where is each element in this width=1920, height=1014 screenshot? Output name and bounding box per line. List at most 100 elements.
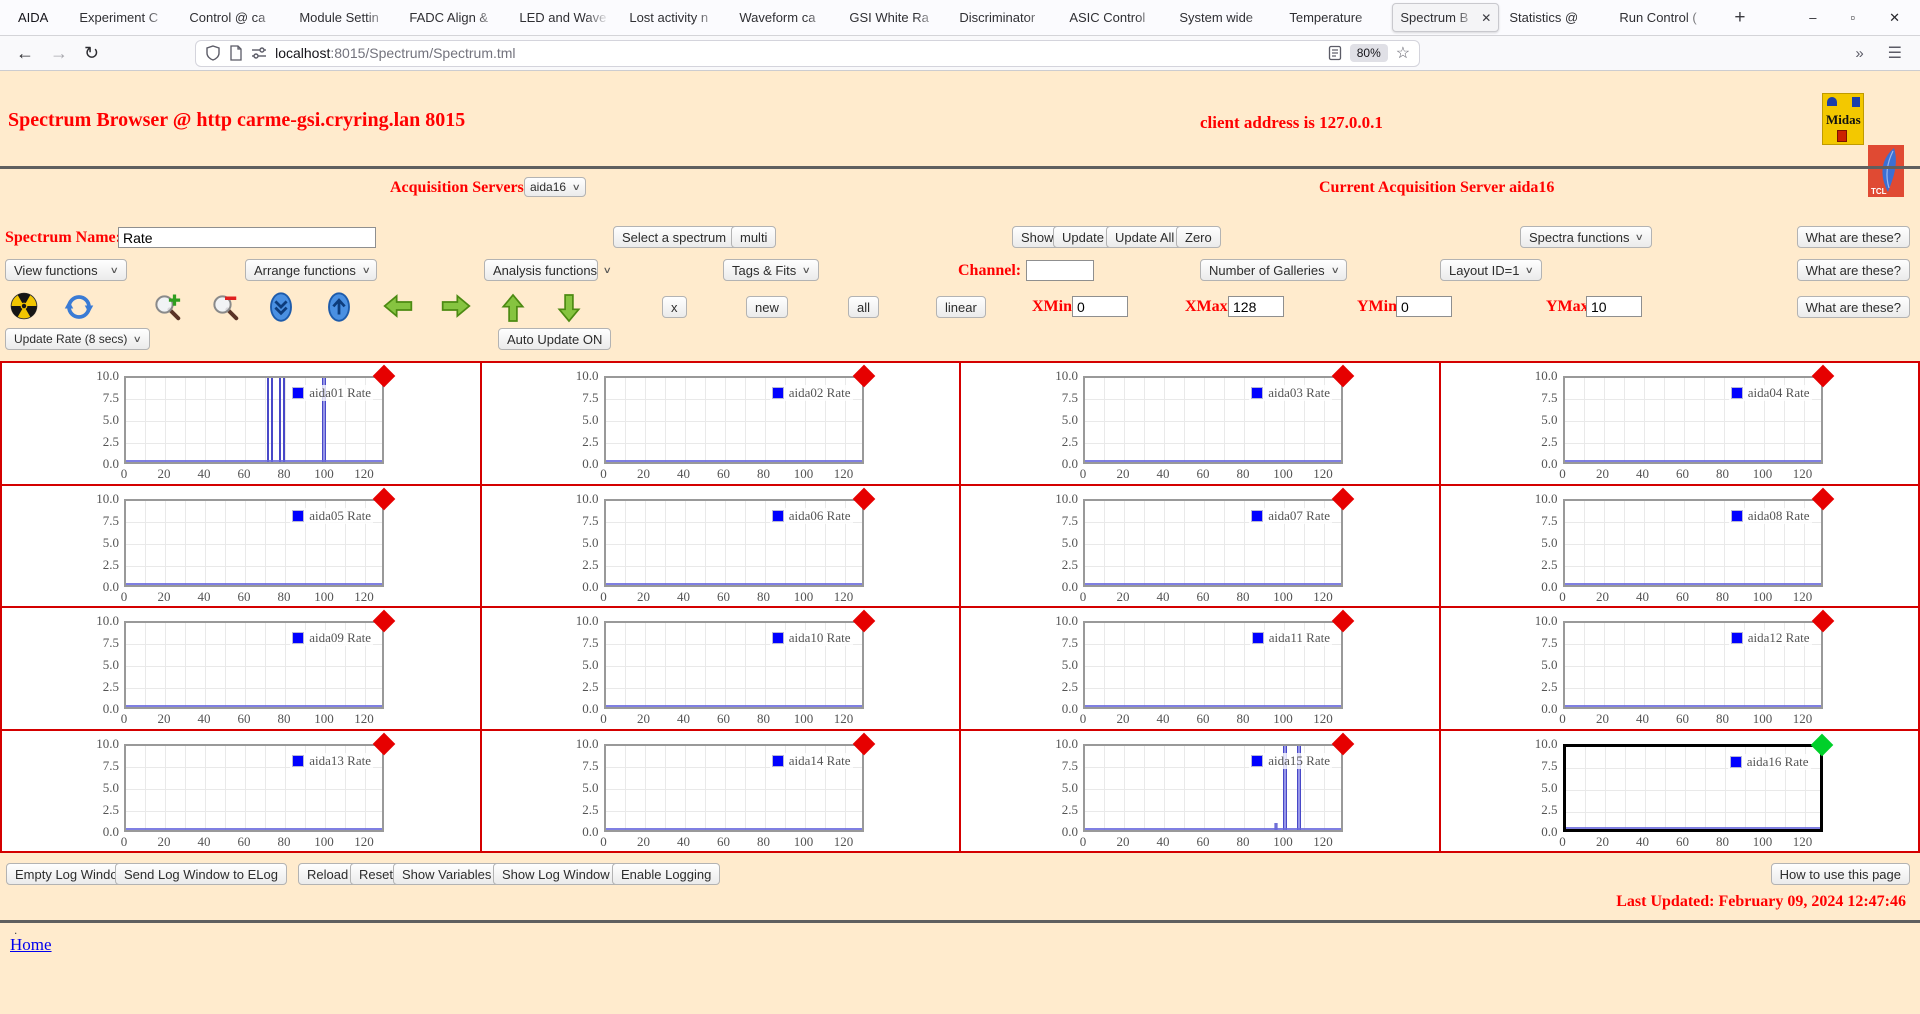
url-text[interactable]: localhost:8015/Spectrum/Spectrum.tml — [275, 45, 1320, 61]
selected-gallery-diamond-icon[interactable] — [1810, 733, 1833, 756]
update-button[interactable]: Update — [1053, 226, 1113, 248]
forward-button[interactable]: → — [50, 44, 68, 62]
gallery-diamond-icon[interactable] — [852, 365, 875, 388]
zero-button[interactable]: Zero — [1176, 226, 1221, 248]
browser-tab-system-wide[interactable]: System wide — [1172, 3, 1279, 32]
xmin-input[interactable] — [1072, 296, 1128, 317]
what-are-these-button-1[interactable]: What are these? — [1797, 226, 1910, 248]
linear-button[interactable]: linear — [936, 296, 986, 318]
gallery-diamond-icon[interactable] — [1811, 365, 1834, 388]
spectra-functions-select[interactable]: Spectra functions∨ — [1520, 226, 1652, 248]
gallery-diamond-icon[interactable] — [1332, 487, 1355, 510]
zoom-in-icon[interactable] — [152, 292, 182, 322]
browser-tab-temperature[interactable]: Temperature — [1282, 3, 1389, 32]
hamburger-menu-icon[interactable]: ☰ — [1888, 43, 1902, 63]
gallery-diamond-icon[interactable] — [1811, 610, 1834, 633]
layout-id-select[interactable]: Layout ID=1∨ — [1440, 259, 1542, 281]
plot-area: aida08 Rate — [1563, 499, 1823, 587]
x-tick-label: 20 — [1596, 834, 1609, 850]
gallery-diamond-icon[interactable] — [852, 610, 875, 633]
close-button[interactable]: ✕ — [1889, 10, 1900, 26]
send-log-window-to-elog-button[interactable]: Send Log Window to ELog — [115, 863, 287, 885]
update-all-button[interactable]: Update All — [1106, 226, 1183, 248]
home-link[interactable]: Home — [10, 935, 52, 955]
browser-tab-led-and-wave[interactable]: LED and Wave — [512, 3, 619, 32]
browser-tab-gsi-white-ra[interactable]: GSI White Ra — [842, 3, 949, 32]
ymax-input[interactable] — [1586, 296, 1642, 317]
gallery-diamond-icon[interactable] — [1811, 487, 1834, 510]
tags-fits-select[interactable]: Tags & Fits∨ — [723, 259, 819, 281]
gallery-diamond-icon[interactable] — [852, 487, 875, 510]
what-are-these-button-2[interactable]: What are these? — [1797, 259, 1910, 281]
gallery-diamond-icon[interactable] — [373, 487, 396, 510]
shield-icon[interactable] — [205, 45, 221, 61]
gallery-diamond-icon[interactable] — [373, 365, 396, 388]
gallery-diamond-icon[interactable] — [373, 732, 396, 755]
browser-tab-control-ca[interactable]: Control @ ca — [182, 3, 289, 32]
back-button[interactable]: ← — [16, 44, 34, 62]
browser-tab-fadc-align[interactable]: FADC Align & — [402, 3, 509, 32]
tab-close-icon[interactable]: ✕ — [1481, 11, 1491, 25]
enable-logging-button[interactable]: Enable Logging — [612, 863, 720, 885]
overflow-chevrons-icon[interactable]: » — [1855, 45, 1863, 62]
browser-tab-asic-control[interactable]: ASIC Control — [1062, 3, 1169, 32]
gallery-diamond-icon[interactable] — [373, 610, 396, 633]
zoom-out-icon[interactable] — [210, 292, 240, 322]
all-button[interactable]: all — [848, 296, 879, 318]
reload-button[interactable]: Reload — [298, 863, 357, 885]
arrow-left-icon[interactable] — [382, 292, 414, 320]
arrow-right-icon[interactable] — [440, 292, 472, 320]
zoom-level-button[interactable]: 80% — [1350, 44, 1388, 62]
reader-mode-icon[interactable] — [1328, 45, 1342, 61]
spectrum-name-input[interactable] — [118, 227, 376, 248]
show-variables-button[interactable]: Show Variables — [393, 863, 500, 885]
number-of-galleries-select[interactable]: Number of Galleries∨ — [1200, 259, 1347, 281]
page-icon[interactable] — [229, 45, 243, 61]
show-log-window-button[interactable]: Show Log Window — [493, 863, 619, 885]
gallery-diamond-icon[interactable] — [1332, 365, 1355, 388]
gallery-diamond-icon[interactable] — [1332, 610, 1355, 633]
browser-tab-spectrum-b[interactable]: Spectrum B✕ — [1392, 3, 1499, 32]
arrange-functions-select[interactable]: Arrange functions∨ — [245, 259, 377, 281]
new-tab-button[interactable]: + — [1734, 8, 1745, 27]
maximize-button[interactable]: ▫ — [1850, 10, 1855, 25]
channel-input[interactable] — [1026, 260, 1094, 281]
y-tick-label: 5.0 — [582, 535, 598, 551]
ymin-input[interactable] — [1396, 296, 1452, 317]
analysis-functions-select[interactable]: Analysis functions∨ — [484, 259, 598, 281]
arrow-down-icon[interactable] — [556, 292, 582, 324]
new-button[interactable]: new — [746, 296, 788, 318]
browser-tab-lost-activity-n[interactable]: Lost activity n — [622, 3, 729, 32]
gallery-diamond-icon[interactable] — [852, 732, 875, 755]
chevron-down-icon: ∨ — [133, 334, 142, 345]
browser-tab-statistics[interactable]: Statistics @ — [1502, 3, 1609, 32]
how-to-use-button[interactable]: How to use this page — [1771, 863, 1910, 885]
view-functions-select[interactable]: View functions∨ — [5, 259, 127, 281]
bookmark-star-icon[interactable]: ☆ — [1396, 43, 1410, 63]
reload-page-button[interactable]: ↻ — [84, 44, 99, 62]
gallery-diamond-icon[interactable] — [1332, 732, 1355, 755]
multi-button[interactable]: multi — [731, 226, 776, 248]
midas-logo[interactable]: Midas — [1822, 93, 1864, 145]
tcl-logo[interactable]: TCL — [1868, 145, 1904, 197]
collapse-vertical-icon[interactable] — [268, 292, 294, 322]
minimize-button[interactable]: – — [1809, 10, 1816, 25]
auto-update-button[interactable]: Auto Update ON — [498, 328, 611, 350]
url-bar[interactable]: localhost:8015/Spectrum/Spectrum.tml 80%… — [195, 40, 1420, 67]
arrow-up-icon[interactable] — [500, 292, 526, 324]
expand-vertical-icon[interactable] — [326, 292, 352, 322]
browser-tab-waveform-ca[interactable]: Waveform ca — [732, 3, 839, 32]
browser-tab-discriminator[interactable]: Discriminator — [952, 3, 1059, 32]
site-permissions-icon[interactable] — [251, 46, 267, 60]
x-scale-button[interactable]: x — [662, 296, 687, 318]
update-rate-select[interactable]: Update Rate (8 secs)∨ — [5, 328, 150, 350]
what-are-these-button-3[interactable]: What are these? — [1797, 296, 1910, 318]
refresh-icon[interactable] — [64, 292, 94, 322]
radiation-icon[interactable] — [10, 292, 38, 320]
browser-tab-run-control[interactable]: Run Control ( — [1612, 3, 1719, 32]
acquisition-server-select[interactable]: aida16∨ — [524, 177, 586, 197]
browser-tab-experiment-c[interactable]: Experiment C — [72, 3, 179, 32]
xmax-input[interactable] — [1228, 296, 1284, 317]
browser-tab-module-settin[interactable]: Module Settin — [292, 3, 399, 32]
select-a-spectrum-select[interactable]: Select a spectrum∨ — [613, 226, 749, 248]
